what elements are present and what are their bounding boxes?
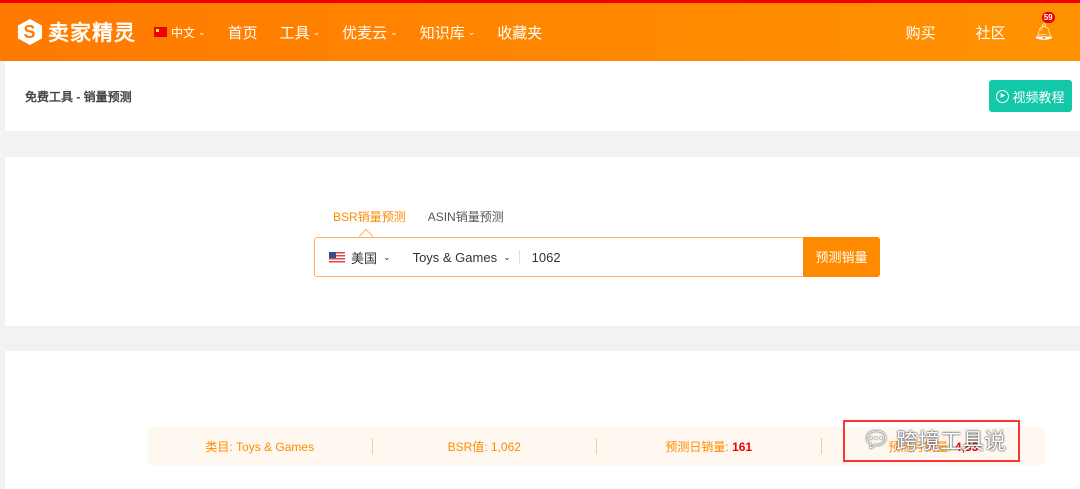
result-category: 类目: Toys & Games xyxy=(205,439,315,454)
language-label: 中文 xyxy=(171,25,196,40)
nav-buy[interactable]: 购买 xyxy=(906,22,936,43)
nav-tools[interactable]: 工具 ⌄ xyxy=(280,22,321,43)
nav-label: 购买 xyxy=(905,24,936,42)
nav-label: 社区 xyxy=(975,24,1006,42)
us-flag-icon xyxy=(329,251,345,263)
top-nav: S 卖家精灵 中文 ⌄ 首页 工具 ⌄ 优麦云 ⌄ 知识库 ⌄ 收藏夹 购买 社区 🔔︎ 5… xyxy=(0,3,1080,61)
nav-favorites[interactable]: 收藏夹 xyxy=(497,22,542,43)
china-flag-icon xyxy=(154,27,167,37)
nav-label: 知识库 xyxy=(419,24,465,42)
chevron-down-icon: ⌄ xyxy=(383,251,391,262)
search-panel: BSR销量预测 ASIN销量预测 美国 ⌄ Toys & Games ⌄ 1062 … xyxy=(5,157,1080,326)
video-tutorial-button[interactable]: ▶ 视频教程 xyxy=(989,80,1072,112)
nav-community[interactable]: 社区 xyxy=(976,22,1006,43)
result-daily-sales: 预测日销量: 161 xyxy=(597,438,821,455)
nav-knowledge[interactable]: 知识库 ⌄ xyxy=(420,22,476,43)
forecast-button[interactable]: 预测销量 xyxy=(803,236,880,277)
search-bar: 美国 ⌄ Toys & Games ⌄ 1062 预测销量 xyxy=(314,236,880,277)
country-label: 美国 xyxy=(351,250,378,266)
category-select[interactable]: Toys & Games ⌄ xyxy=(413,250,511,265)
nav-label: 优麦云 xyxy=(342,24,388,42)
label: BSR值: xyxy=(447,439,491,454)
chevron-down-icon: ⌄ xyxy=(467,26,476,37)
nav-home[interactable]: 首页 xyxy=(228,22,258,43)
chevron-down-icon: ⌄ xyxy=(503,251,511,262)
category-label: Toys & Games xyxy=(412,249,498,265)
chevron-down-icon: ⌄ xyxy=(312,26,321,37)
wechat-icon: 💬︎ xyxy=(862,427,890,452)
tab-asin-forecast[interactable]: ASIN销量预测 xyxy=(428,208,504,225)
divider xyxy=(518,250,520,264)
bell-icon: 🔔︎ xyxy=(1033,24,1054,41)
result-bsr: BSR值: 1,062 xyxy=(373,438,597,455)
logo-icon: S xyxy=(18,19,42,45)
nav-label: 工具 xyxy=(279,24,310,42)
bsr-input[interactable]: 1062 xyxy=(532,250,803,265)
tab-bsr-forecast[interactable]: BSR销量预测 xyxy=(333,208,406,225)
language-select[interactable]: 中文 ⌄ xyxy=(154,24,206,41)
nav-label: 收藏夹 xyxy=(497,24,543,42)
video-tutorial-label: 视频教程 xyxy=(1012,89,1065,105)
logo-text: 卖家精灵 xyxy=(48,22,136,45)
nav-label: 首页 xyxy=(227,24,258,42)
value: 161 xyxy=(732,439,753,454)
breadcrumb: 免费工具 - 销量预测 xyxy=(25,90,132,104)
notifications-button[interactable]: 🔔︎ 59 xyxy=(1033,12,1055,42)
notification-badge: 59 xyxy=(1041,12,1055,23)
country-select[interactable]: 美国 ⌄ xyxy=(315,248,391,267)
label: 预测日销量: xyxy=(665,439,733,454)
breadcrumb-panel: 免费工具 - 销量预测 ▶ 视频教程 xyxy=(5,61,1080,131)
play-icon: ▶ xyxy=(996,89,1010,103)
watermark-text: 跨境工具说 xyxy=(895,429,1006,454)
nav-youmaiyun[interactable]: 优麦云 ⌄ xyxy=(342,22,398,43)
chevron-down-icon: ⌄ xyxy=(390,26,398,37)
logo[interactable]: S 卖家精灵 xyxy=(18,17,136,47)
chevron-down-icon: ⌄ xyxy=(198,26,206,37)
watermark: 💬︎ 跨境工具说 xyxy=(862,424,1006,456)
value: 1,062 xyxy=(490,439,521,454)
